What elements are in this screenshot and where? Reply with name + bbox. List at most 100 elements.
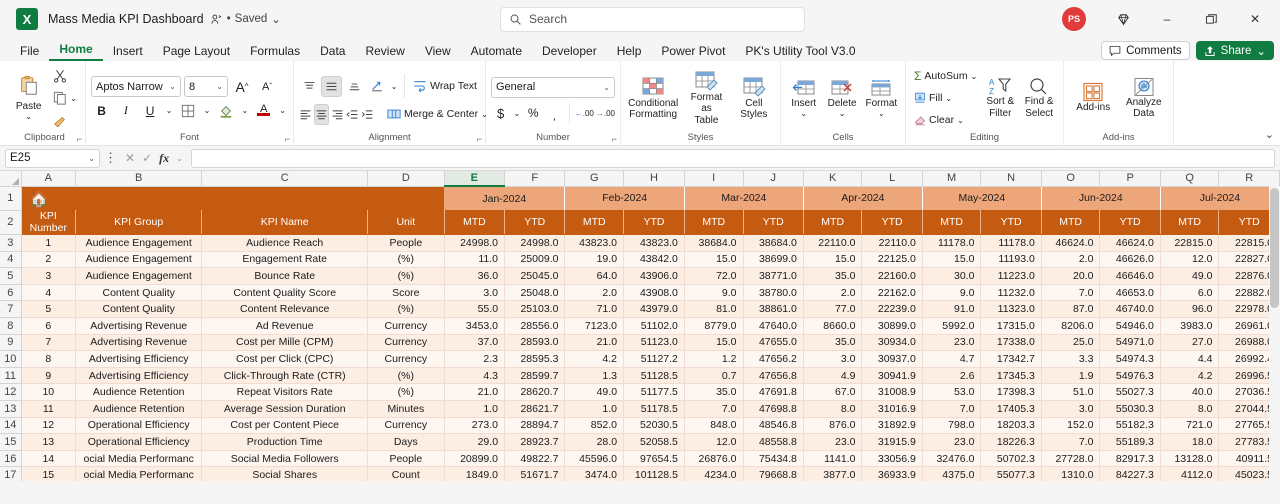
cell-value-3[interactable]: 43906.0 (623, 267, 685, 285)
cell-value-8[interactable]: 91.0 (922, 300, 982, 318)
cell-kpi-group[interactable]: Audience Engagement (75, 251, 203, 269)
column-header-n[interactable]: N (980, 171, 1042, 187)
cell-kpi-name[interactable]: Cost per Mille (CPM) (201, 334, 369, 352)
row-header-17[interactable]: 17 (0, 466, 22, 481)
cell-kpi-name[interactable]: Bounce Rate (201, 267, 369, 285)
clipboard-dialog-launcher[interactable]: ⌐ (77, 134, 82, 144)
cell-value-6[interactable]: 4.9 (803, 367, 863, 385)
autosave-status[interactable]: • Saved ⌄ (210, 12, 281, 26)
cell-value-10[interactable]: 27728.0 (1041, 450, 1101, 468)
column-header-l[interactable]: L (861, 171, 923, 187)
cell-value-10[interactable]: 1310.0 (1041, 466, 1101, 481)
cell-value-3[interactable]: 51127.2 (623, 350, 685, 368)
find-select-button[interactable]: Find & Select (1020, 75, 1058, 121)
column-header-b[interactable]: B (75, 171, 203, 187)
cell-unit[interactable]: Minutes (367, 400, 445, 418)
currency-format-button[interactable]: $ (491, 103, 510, 124)
wrap-text-button[interactable]: Wrap Text (410, 77, 480, 96)
cell-value-10[interactable]: 20.0 (1041, 267, 1101, 285)
cell-value-8[interactable]: 32476.0 (922, 450, 982, 468)
cell-value-6[interactable]: 35.0 (803, 334, 863, 352)
alignment-dialog-launcher[interactable]: ⌐ (477, 134, 482, 144)
cell-value-8[interactable]: 23.0 (922, 334, 982, 352)
row-header-10[interactable]: 10 (0, 350, 22, 368)
cell-value-3[interactable]: 51102.0 (623, 317, 685, 335)
name-box[interactable]: E25 ⌄ (5, 148, 100, 168)
cell-value-10[interactable]: 51.0 (1041, 383, 1101, 401)
cell-kpi-name[interactable]: Average Session Duration (201, 400, 369, 418)
cell-value-11[interactable]: 82917.3 (1099, 450, 1161, 468)
cell-value-6[interactable]: 3877.0 (803, 466, 863, 481)
cell-value-8[interactable]: 4375.0 (922, 466, 982, 481)
cell-unit[interactable]: (%) (367, 383, 445, 401)
cell-value-0[interactable]: 24998.0 (444, 234, 506, 252)
fill-button[interactable]: Fill ⌄ (911, 89, 980, 108)
cell-value-4[interactable]: 848.0 (684, 417, 744, 435)
autosum-button[interactable]: Σ AutoSum ⌄ (911, 67, 980, 86)
column-header-r[interactable]: R (1218, 171, 1280, 187)
cell-value-6[interactable]: 3.0 (803, 350, 863, 368)
cell-value-0[interactable]: 1849.0 (444, 466, 506, 481)
cell-value-9[interactable]: 11323.0 (980, 300, 1042, 318)
cell-unit[interactable]: People (367, 450, 445, 468)
cell-kpi-group[interactable]: Advertising Revenue (75, 334, 203, 352)
cell-value-7[interactable]: 22110.0 (861, 234, 923, 252)
paste-chevron-down-icon[interactable]: ⌄ (25, 112, 32, 121)
cell-value-4[interactable]: 4234.0 (684, 466, 744, 481)
cell-value-6[interactable]: 15.0 (803, 251, 863, 269)
autosum-chevron-down-icon[interactable]: ⌄ (971, 72, 978, 81)
fill-chevron-down-icon[interactable]: ⌄ (945, 94, 952, 103)
tab-formulas[interactable]: Formulas (240, 44, 310, 61)
cell-value-11[interactable]: 46740.0 (1099, 300, 1161, 318)
cell-value-8[interactable]: 53.0 (922, 383, 982, 401)
cell-value-11[interactable]: 55030.3 (1099, 400, 1161, 418)
cell-unit[interactable]: (%) (367, 367, 445, 385)
cell-value-11[interactable]: 55027.3 (1099, 383, 1161, 401)
cell-value-11[interactable]: 55182.3 (1099, 417, 1161, 435)
cell-value-8[interactable]: 798.0 (922, 417, 982, 435)
cell-value-4[interactable]: 0.7 (684, 367, 744, 385)
cell-value-5[interactable]: 38699.0 (743, 251, 804, 269)
cell-value-0[interactable]: 3.0 (444, 284, 506, 302)
cell-value-7[interactable]: 31008.9 (861, 383, 923, 401)
column-header-f[interactable]: F (504, 171, 566, 187)
cell-value-1[interactable]: 24998.0 (504, 234, 566, 252)
cell-styles-button[interactable]: Cell Styles (733, 74, 775, 123)
cell-value-5[interactable]: 79668.8 (743, 466, 804, 481)
merge-center-button[interactable]: Merge & Center ⌄ (384, 105, 491, 124)
cell-value-9[interactable]: 17338.0 (980, 334, 1042, 352)
tab-help[interactable]: Help (607, 44, 652, 61)
formula-chevron-down-icon[interactable]: ⌄ (176, 154, 183, 163)
cell-value-5[interactable]: 38780.0 (743, 284, 804, 302)
formula-bar-more-icon[interactable]: ⋮ (104, 151, 117, 164)
row-header-14[interactable]: 14 (0, 417, 22, 435)
cell-kpi-name[interactable]: Social Media Followers (201, 450, 369, 468)
cell-value-6[interactable]: 8660.0 (803, 317, 863, 335)
cell-unit[interactable]: Currency (367, 334, 445, 352)
cell-kpi-number[interactable]: 5 (21, 300, 76, 318)
share-chevron-down-icon[interactable]: ⌄ (1256, 44, 1266, 58)
row-header-6[interactable]: 6 (0, 284, 22, 302)
column-header-h[interactable]: H (623, 171, 685, 187)
cell-value-6[interactable]: 8.0 (803, 400, 863, 418)
cell-value-4[interactable]: 8779.0 (684, 317, 744, 335)
cell-value-11[interactable]: 54971.0 (1099, 334, 1161, 352)
cell-value-6[interactable]: 77.0 (803, 300, 863, 318)
cell-value-9[interactable]: 18203.3 (980, 417, 1042, 435)
row-header-2[interactable]: 2 (0, 210, 22, 235)
comments-button[interactable]: Comments (1101, 41, 1190, 60)
format-as-table-button[interactable]: Format as Table (682, 68, 730, 129)
cell-value-7[interactable]: 22160.0 (861, 267, 923, 285)
cell-value-2[interactable]: 49.0 (564, 383, 625, 401)
formula-input[interactable] (190, 148, 1275, 168)
cell-value-12[interactable]: 3983.0 (1160, 317, 1220, 335)
cell-value-2[interactable]: 19.0 (564, 251, 625, 269)
cell-kpi-number[interactable]: 7 (21, 334, 76, 352)
insert-cells-button[interactable]: Insert ⌄ (786, 76, 821, 121)
cell-unit[interactable]: Score (367, 284, 445, 302)
format-cells-button[interactable]: Format ⌄ (863, 76, 900, 121)
cell-value-9[interactable]: 11178.0 (980, 234, 1042, 252)
cell-value-7[interactable]: 22125.0 (861, 251, 923, 269)
search-input[interactable]: Search (500, 6, 805, 32)
row-header-11[interactable]: 11 (0, 367, 22, 385)
